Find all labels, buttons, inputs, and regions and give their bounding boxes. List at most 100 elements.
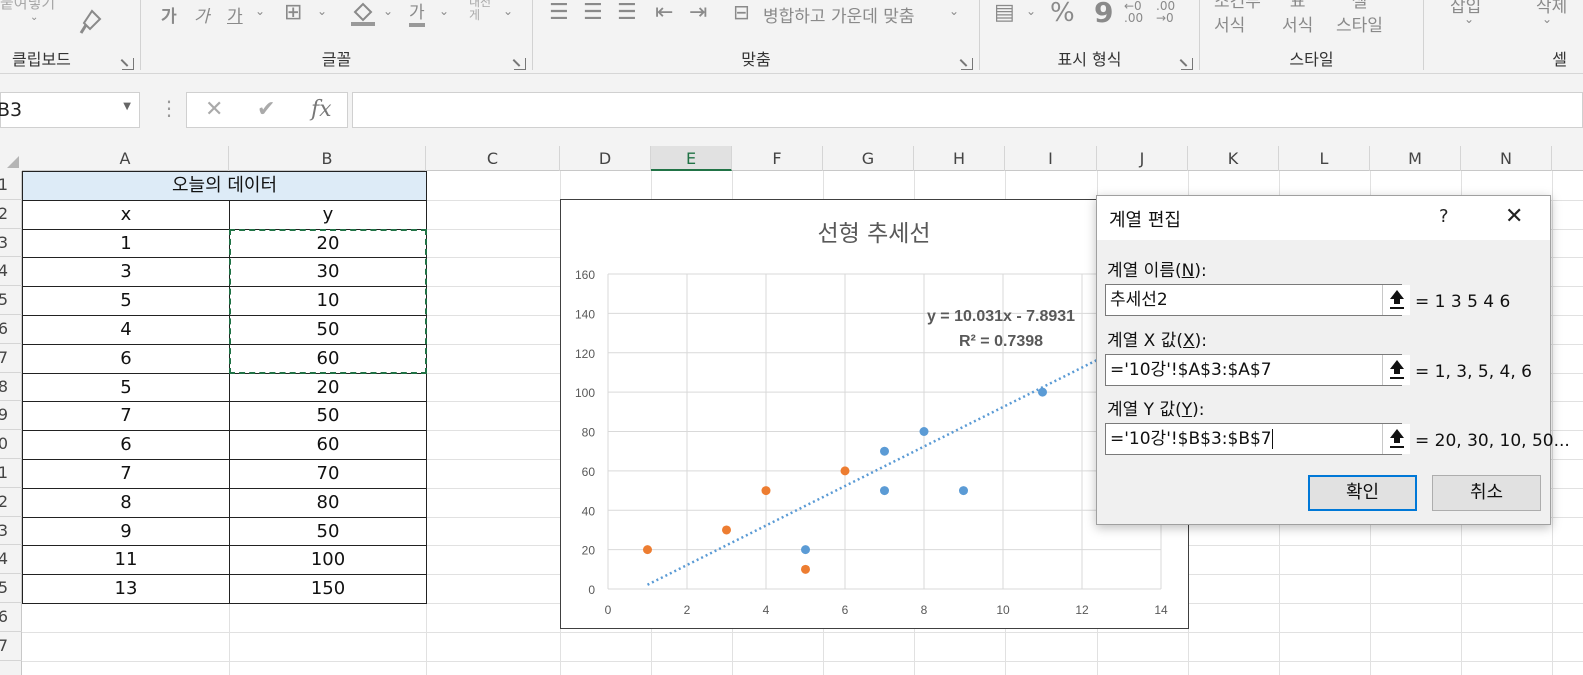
table-cell[interactable]: 70: [229, 459, 427, 489]
number-launcher-icon[interactable]: [1181, 58, 1193, 70]
row-header-1[interactable]: 1: [0, 171, 22, 200]
more-options-icon[interactable]: ⋮: [159, 96, 179, 120]
merge-dropdown-icon[interactable]: ⌄: [949, 4, 959, 18]
column-header-d[interactable]: D: [560, 146, 651, 171]
table-cell[interactable]: 1: [22, 228, 230, 259]
table-cell[interactable]: 6: [22, 430, 230, 460]
row-header-7[interactable]: 7: [0, 344, 22, 373]
alignment-launcher-icon[interactable]: [961, 58, 973, 70]
merge-center-button[interactable]: 병합하고 가운데 맞춤: [763, 2, 915, 27]
column-header-l[interactable]: L: [1279, 146, 1370, 171]
table-title-cell[interactable]: 오늘의 데이터: [22, 171, 427, 201]
collapse-dialog-icon[interactable]: [1382, 424, 1410, 454]
column-header-n[interactable]: N: [1461, 146, 1552, 171]
paste-button[interactable]: 붙여넣기: [0, 0, 55, 13]
row-header-9[interactable]: 9: [0, 401, 22, 431]
scatter-chart[interactable]: 0 20 40 60 80 100 120 140 160 0 2 4 6 8 10 12 14 선형 추세선 y …: [560, 199, 1189, 629]
decrease-indent-icon[interactable]: ⇤: [655, 0, 673, 25]
column-header-e[interactable]: E: [651, 146, 732, 171]
align-left-icon[interactable]: ☰: [549, 0, 569, 25]
column-y-header-cell[interactable]: y: [229, 199, 427, 230]
font-launcher-icon[interactable]: [514, 58, 526, 70]
underline-button[interactable]: 가: [227, 2, 243, 27]
fill-color-icon[interactable]: [349, 0, 377, 26]
row-header-12[interactable]: 12: [0, 488, 22, 517]
table-cell[interactable]: 5: [22, 286, 230, 316]
table-cell[interactable]: 50: [229, 315, 427, 345]
collapse-dialog-icon[interactable]: [1382, 355, 1410, 385]
row-header-11[interactable]: 11: [0, 459, 22, 488]
table-cell[interactable]: 50: [229, 516, 427, 547]
row-header-10[interactable]: 10: [0, 430, 22, 459]
table-cell[interactable]: 8: [22, 487, 230, 518]
cancel-button[interactable]: 취소: [1432, 475, 1541, 511]
italic-button[interactable]: 가: [194, 2, 210, 27]
font-color-button[interactable]: 가: [409, 0, 425, 27]
table-cell[interactable]: 9: [22, 516, 230, 547]
column-header-c[interactable]: C: [426, 146, 560, 171]
column-header-h[interactable]: H: [914, 146, 1005, 171]
table-cell[interactable]: 10: [229, 286, 427, 316]
increase-decimal-icon[interactable]: ←0.00: [1124, 0, 1143, 24]
conditional-format-button[interactable]: 조건부 서식: [1214, 0, 1261, 38]
align-right-icon[interactable]: ☰: [617, 0, 637, 25]
accounting-format-icon[interactable]: ▤: [994, 0, 1015, 25]
table-cell[interactable]: 60: [229, 430, 427, 460]
clipboard-launcher-icon[interactable]: [122, 58, 134, 70]
cell-styles-button[interactable]: 셀 스타일: [1336, 0, 1383, 38]
series-name-input[interactable]: 추세선2: [1105, 284, 1410, 316]
comma-button[interactable]: 9: [1094, 0, 1113, 29]
row-header-3[interactable]: 3: [0, 229, 22, 258]
row-header-6[interactable]: 6: [0, 315, 22, 344]
close-button[interactable]: ✕: [1505, 204, 1523, 229]
table-cell[interactable]: 13: [22, 574, 230, 604]
table-cell[interactable]: 20: [229, 372, 427, 403]
chevron-down-icon[interactable]: ▼: [123, 101, 131, 112]
row-header-4[interactable]: 4: [0, 257, 22, 287]
row-header-13[interactable]: 13: [0, 517, 22, 546]
cancel-icon[interactable]: ✕: [205, 97, 223, 122]
table-cell[interactable]: 30: [229, 257, 427, 288]
format-painter-icon[interactable]: [78, 8, 104, 36]
help-button[interactable]: ?: [1439, 206, 1449, 227]
decrease-decimal-icon[interactable]: .00 →0: [1156, 0, 1175, 24]
row-header-8[interactable]: 8: [0, 373, 22, 402]
insert-dropdown-icon[interactable]: ⌄: [1464, 12, 1474, 26]
row-header-14[interactable]: 14: [0, 545, 22, 575]
series-y-input[interactable]: ='10강'!$B$3:$B$7: [1105, 423, 1410, 455]
bold-button[interactable]: 가: [161, 2, 177, 27]
column-header-b[interactable]: B: [229, 146, 426, 171]
table-cell[interactable]: 7: [22, 401, 230, 432]
column-header-m[interactable]: M: [1370, 146, 1461, 171]
table-cell[interactable]: 3: [22, 257, 230, 288]
table-cell[interactable]: 100: [229, 545, 427, 576]
series-x-input[interactable]: ='10강'!$A$3:$A$7: [1105, 354, 1410, 386]
column-header-g[interactable]: G: [823, 146, 914, 171]
collapse-dialog-icon[interactable]: [1382, 285, 1410, 315]
underline-dropdown-icon[interactable]: ⌄: [255, 4, 265, 18]
table-cell[interactable]: 7: [22, 459, 230, 489]
accounting-dropdown-icon[interactable]: ⌄: [1026, 4, 1036, 18]
column-header-j[interactable]: J: [1097, 146, 1188, 171]
align-center-icon[interactable]: ☰: [583, 0, 603, 25]
formula-input[interactable]: [352, 92, 1583, 128]
row-header-16[interactable]: 16: [0, 603, 22, 632]
font-color-dropdown-icon[interactable]: ⌄: [439, 4, 449, 18]
percent-button[interactable]: %: [1050, 0, 1075, 28]
enter-icon[interactable]: ✔: [257, 97, 275, 122]
table-cell[interactable]: 4: [22, 315, 230, 345]
column-header-f[interactable]: F: [732, 146, 823, 171]
phonetic-dropdown-icon[interactable]: ⌄: [503, 4, 513, 18]
table-cell[interactable]: 80: [229, 487, 427, 518]
column-header-k[interactable]: K: [1188, 146, 1279, 171]
column-x-header-cell[interactable]: x: [22, 199, 230, 230]
format-as-table-button[interactable]: 표 서식: [1282, 0, 1313, 38]
row-header-17[interactable]: 17: [0, 632, 22, 661]
phonetic-button[interactable]: 내천게: [469, 0, 493, 22]
table-cell[interactable]: 50: [229, 401, 427, 432]
table-cell[interactable]: 6: [22, 343, 230, 374]
table-cell[interactable]: 5: [22, 372, 230, 403]
increase-indent-icon[interactable]: ⇥: [689, 0, 707, 25]
ok-button[interactable]: 확인: [1308, 475, 1417, 511]
insert-function-icon[interactable]: fx: [311, 97, 332, 122]
